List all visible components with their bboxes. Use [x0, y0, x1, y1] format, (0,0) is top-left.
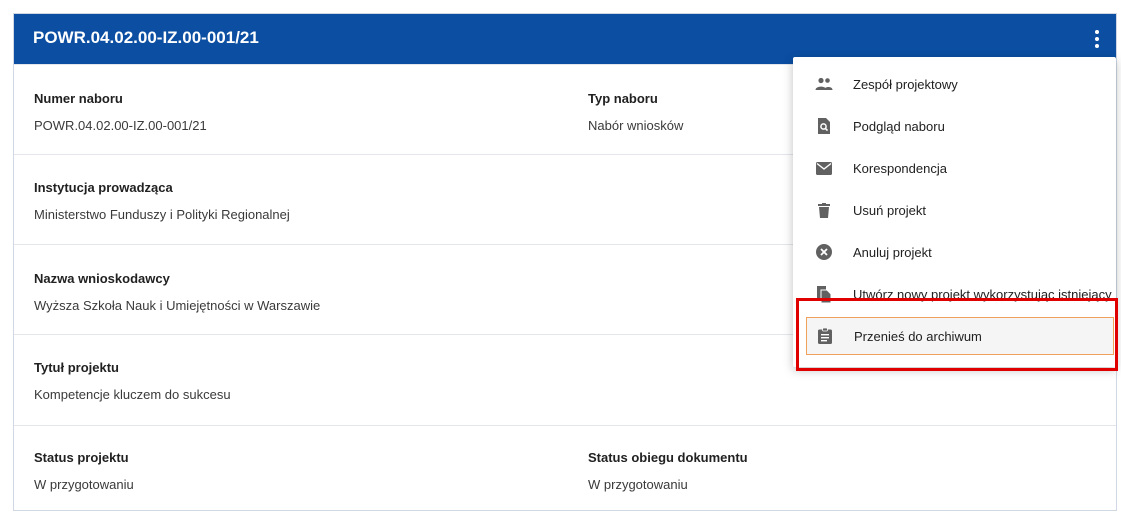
menu-item-label: Przenieś do archiwum — [854, 328, 982, 344]
row-status: Status projektu W przygotowaniu Status o… — [14, 425, 1116, 513]
menu-item-label: Podgląd naboru — [853, 118, 945, 134]
field-label: Tytuł projektu — [34, 360, 119, 375]
menu-item-korespondencja[interactable]: Korespondencja — [793, 150, 1116, 186]
field-status-projektu: Status projektu W przygotowaniu — [34, 450, 134, 492]
field-wnioskodawca: Nazwa wnioskodawcy Wyższa Szkoła Nauk i … — [34, 271, 320, 313]
field-label: Status obiegu dokumentu — [588, 450, 748, 465]
field-value: Kompetencje kluczem do sukcesu — [34, 387, 231, 402]
field-tytul: Tytuł projektu Kompetencje kluczem do su… — [34, 360, 231, 402]
field-value: POWR.04.02.00-IZ.00-001/21 — [34, 118, 207, 133]
project-actions-menu: Zespół projektowy Podgląd naboru Korespo… — [793, 57, 1116, 367]
menu-item-zespol[interactable]: Zespół projektowy — [793, 66, 1116, 102]
field-value: W przygotowaniu — [588, 477, 688, 492]
menu-item-podglad[interactable]: Podgląd naboru — [793, 108, 1116, 144]
assignment-icon — [816, 327, 834, 345]
cancel-icon — [815, 243, 833, 261]
page-title: POWR.04.02.00-IZ.00-001/21 — [33, 28, 259, 47]
field-label: Typ naboru — [588, 91, 658, 106]
find-in-page-icon — [815, 117, 833, 135]
trash-icon — [815, 201, 833, 219]
menu-item-utworz[interactable]: Utwórz nowy projekt wykorzystując istnie… — [793, 276, 1116, 312]
field-label: Instytucja prowadząca — [34, 180, 173, 195]
menu-item-label: Utwórz nowy projekt wykorzystując istnie… — [853, 286, 1112, 302]
menu-item-archiwum[interactable]: Przenieś do archiwum — [806, 317, 1114, 355]
menu-item-usun[interactable]: Usuń projekt — [793, 192, 1116, 228]
menu-item-label: Korespondencja — [853, 160, 947, 176]
mail-icon — [815, 159, 833, 177]
menu-item-anuluj[interactable]: Anuluj projekt — [793, 234, 1116, 270]
more-options-icon[interactable] — [1087, 26, 1107, 52]
field-label: Status projektu — [34, 450, 129, 465]
field-instytucja: Instytucja prowadząca Ministerstwo Fundu… — [34, 180, 290, 222]
file-copy-icon — [815, 285, 833, 303]
field-value: Ministerstwo Funduszy i Polityki Regiona… — [34, 207, 290, 222]
field-typ-naboru: Typ naboru Nabór wniosków — [588, 91, 683, 133]
field-value: Wyższa Szkoła Nauk i Umiejętności w Wars… — [34, 298, 321, 313]
menu-item-label: Zespół projektowy — [853, 76, 958, 92]
field-numer-naboru: Numer naboru POWR.04.02.00-IZ.00-001/21 — [34, 91, 207, 133]
field-value: Nabór wniosków — [588, 118, 684, 133]
field-status-obiegu: Status obiegu dokumentu W przygotowaniu — [588, 450, 748, 492]
field-label: Nazwa wnioskodawcy — [34, 271, 170, 286]
group-icon — [815, 75, 833, 93]
field-value: W przygotowaniu — [34, 477, 134, 492]
menu-item-label: Anuluj projekt — [853, 244, 932, 260]
menu-item-label: Usuń projekt — [853, 202, 926, 218]
field-label: Numer naboru — [34, 91, 123, 106]
